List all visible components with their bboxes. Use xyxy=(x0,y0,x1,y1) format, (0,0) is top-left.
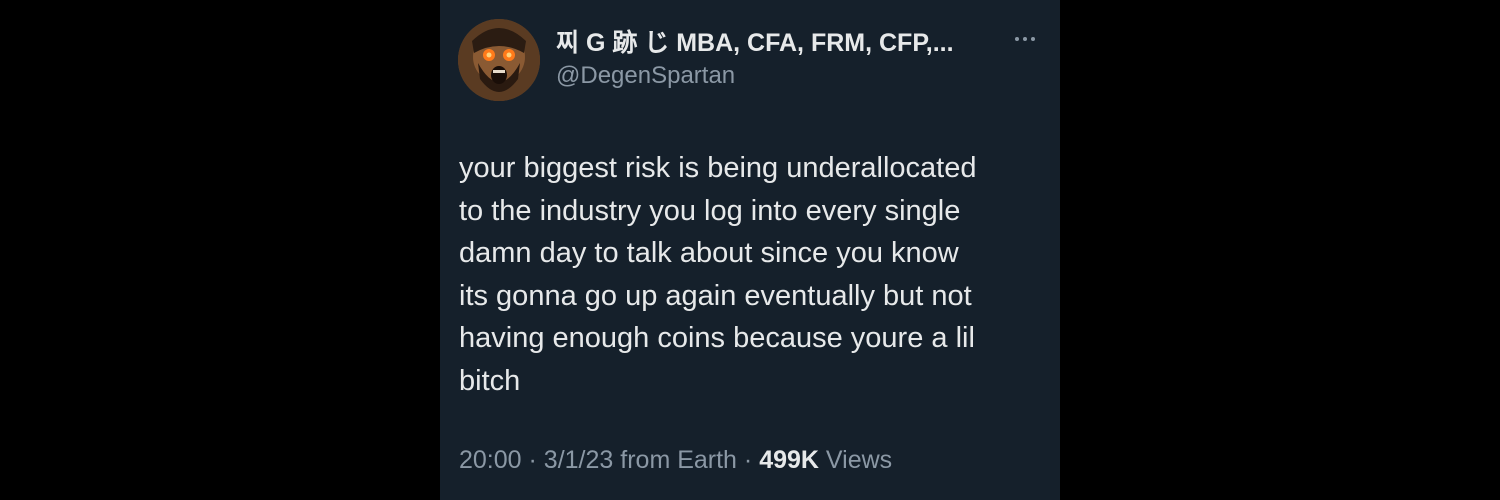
meta-separator: · xyxy=(743,446,753,474)
views-label: Views xyxy=(825,446,893,474)
tweet-header: 찌 G 跡 じ MBA, CFA, FRM, CFP,... @DegenSpa… xyxy=(458,18,1042,102)
screenshot-stage: 찌 G 跡 じ MBA, CFA, FRM, CFP,... @DegenSpa… xyxy=(0,0,1500,500)
tweet-card: 찌 G 跡 じ MBA, CFA, FRM, CFP,... @DegenSpa… xyxy=(440,0,1060,500)
tweet-date[interactable]: 3/1/23 xyxy=(544,446,614,474)
author-handle[interactable]: @DegenSpartan xyxy=(556,61,954,91)
spartan-avatar-icon xyxy=(458,19,540,101)
tweet-source: from Earth xyxy=(620,446,737,474)
avatar[interactable] xyxy=(458,19,540,101)
tweet-text: your biggest risk is being underallocate… xyxy=(459,152,977,397)
author-display-name[interactable]: 찌 G 跡 じ MBA, CFA, FRM, CFP,... xyxy=(556,28,954,58)
meta-separator: · xyxy=(528,446,537,474)
more-options-button[interactable] xyxy=(1010,32,1040,46)
tweet-time[interactable]: 20:00 xyxy=(459,446,522,474)
tweet-meta: 20:00 · 3/1/23 from Earth · 499K Views xyxy=(459,444,892,476)
author-names: 찌 G 跡 じ MBA, CFA, FRM, CFP,... @DegenSpa… xyxy=(556,28,954,91)
views-count: 499K xyxy=(759,446,819,474)
